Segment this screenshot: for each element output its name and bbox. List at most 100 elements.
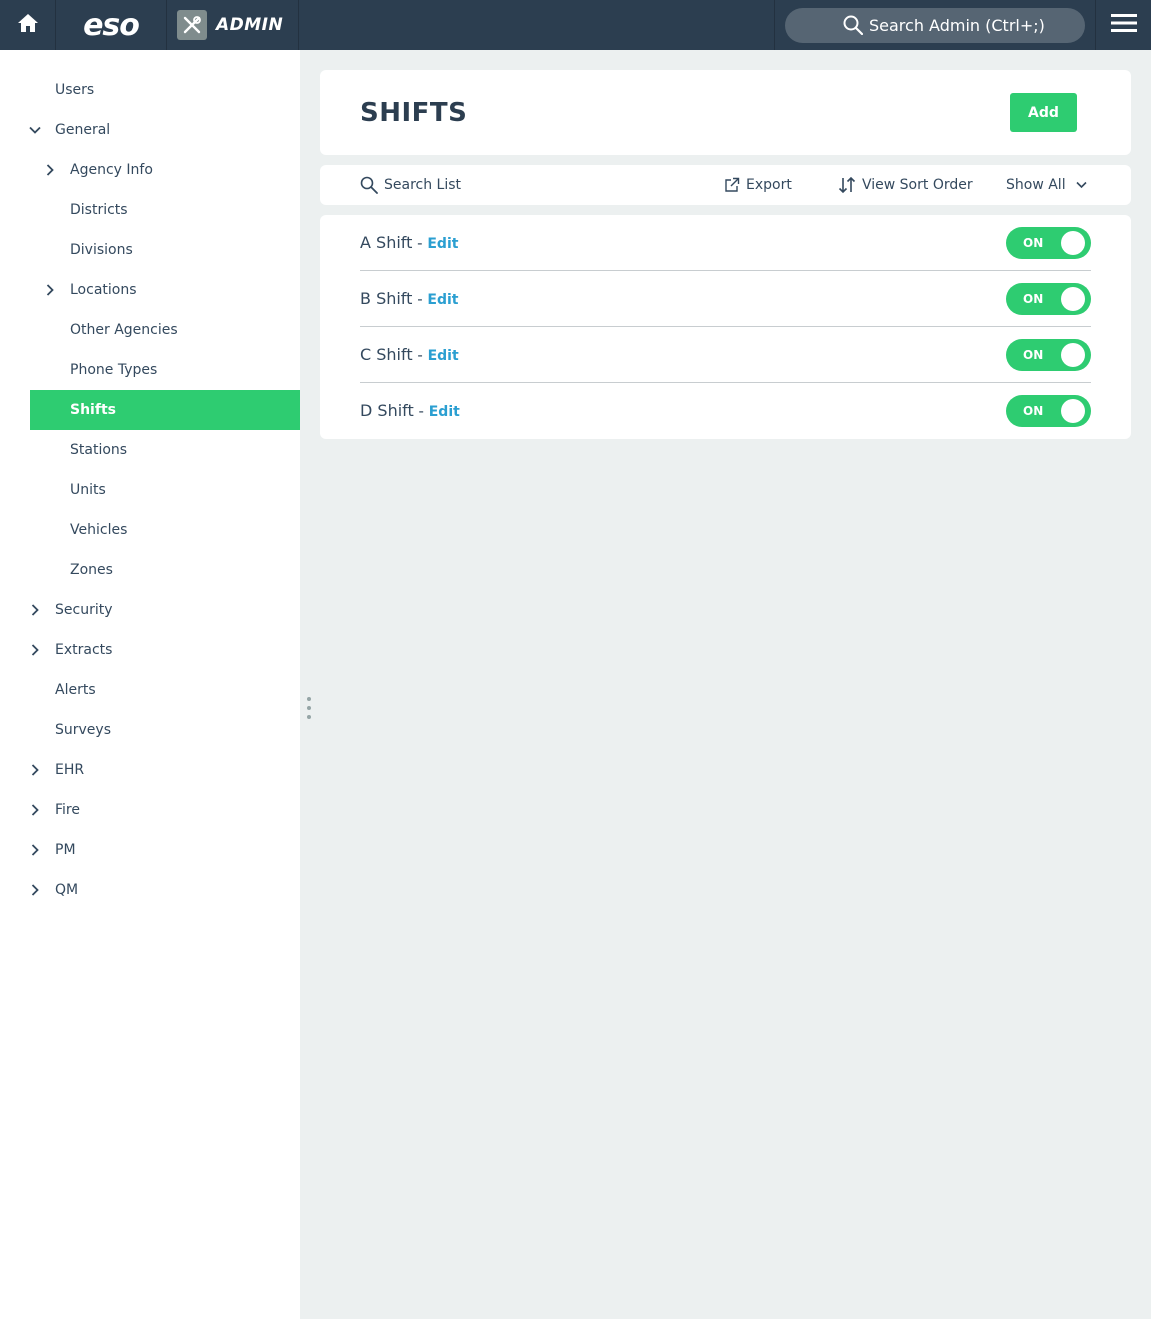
chevron-right-icon[interactable] — [44, 164, 56, 176]
chevron-down-icon — [1076, 181, 1087, 189]
admin-search-input[interactable]: Search Admin (Ctrl+;) — [785, 7, 1085, 43]
sidebar-item-label: Shifts — [70, 402, 116, 418]
sidebar-item-units[interactable]: Units — [0, 470, 300, 510]
sidebar-item-divisions[interactable]: Divisions — [0, 230, 300, 270]
sidebar-item-label: Surveys — [55, 722, 111, 738]
toggle-label: ON — [1023, 404, 1044, 418]
sidebar-item-pm[interactable]: PM — [0, 830, 300, 870]
sidebar-item-label: Security — [55, 602, 113, 618]
search-list-button[interactable]: Search List — [360, 165, 461, 205]
chevron-right-icon[interactable] — [44, 284, 56, 296]
sidebar-item-phone-types[interactable]: Phone Types — [0, 350, 300, 390]
shift-active-toggle[interactable]: ON — [1006, 283, 1091, 315]
hamburger-menu-button[interactable] — [1096, 0, 1151, 50]
chevron-right-icon[interactable] — [29, 604, 41, 616]
edit-link[interactable]: Edit — [428, 348, 459, 364]
sidebar-item-label: PM — [55, 842, 76, 858]
resize-handle-icon[interactable] — [307, 697, 311, 719]
edit-link[interactable]: Edit — [427, 236, 458, 252]
sidebar-item-shifts[interactable]: Shifts — [30, 390, 300, 430]
sidebar-item-label: Users — [55, 82, 95, 98]
sidebar-item-districts[interactable]: Districts — [0, 190, 300, 230]
table-row: C Shift - Edit ON — [360, 327, 1091, 383]
hamburger-icon — [1110, 13, 1137, 37]
sidebar-item-label: QM — [55, 882, 79, 898]
toggle-knob — [1061, 343, 1085, 367]
chevron-right-icon[interactable] — [29, 804, 41, 816]
list-toolbar: Search List Export View Sort Order Show … — [320, 165, 1131, 205]
eso-logo[interactable]: eso — [56, 0, 167, 50]
sidebar-item-vehicles[interactable]: Vehicles — [0, 510, 300, 550]
sidebar-item-label: Locations — [70, 282, 137, 298]
sidebar-item-label: Agency Info — [70, 162, 153, 178]
edit-link[interactable]: Edit — [429, 404, 460, 420]
sidebar-item-alerts[interactable]: Alerts — [0, 670, 300, 710]
view-sort-order-label: View Sort Order — [862, 177, 973, 193]
shift-list: A Shift - Edit ON B Shift - Edit ON C Shift … — [320, 215, 1131, 439]
view-sort-order-button[interactable]: View Sort Order — [838, 165, 973, 205]
sidebar-item-fire[interactable]: Fire — [0, 790, 300, 830]
toggle-label: ON — [1023, 292, 1044, 306]
chevron-right-icon[interactable] — [29, 764, 41, 776]
export-label: Export — [746, 177, 792, 193]
chevron-down-icon[interactable] — [29, 124, 41, 136]
topbar-spacer — [299, 0, 775, 50]
show-all-label: Show All — [1006, 177, 1066, 193]
shift-name: C Shift - Edit — [360, 345, 459, 364]
sidebar-item-stations[interactable]: Stations — [0, 430, 300, 470]
sidebar-item-label: Districts — [70, 202, 128, 218]
toggle-knob — [1061, 287, 1085, 311]
sidebar-item-label: General — [55, 122, 111, 138]
shift-name: D Shift - Edit — [360, 401, 460, 420]
edit-link[interactable]: Edit — [427, 292, 458, 308]
sidebar-item-qm[interactable]: QM — [0, 870, 300, 910]
sidebar-item-general[interactable]: General — [0, 110, 300, 150]
add-button[interactable]: Add — [1010, 93, 1077, 132]
sidebar-item-label: Stations — [70, 442, 128, 458]
shift-active-toggle[interactable]: ON — [1006, 227, 1091, 259]
shift-name-text: C Shift — [360, 345, 413, 364]
sidebar-item-label: Units — [70, 482, 106, 498]
sidebar-item-surveys[interactable]: Surveys — [0, 710, 300, 750]
sidebar-item-agency-info[interactable]: Agency Info — [0, 150, 300, 190]
sidebar-item-ehr[interactable]: EHR — [0, 750, 300, 790]
shift-name: B Shift - Edit — [360, 289, 458, 308]
logo-text: eso — [83, 7, 140, 43]
chevron-right-icon[interactable] — [29, 644, 41, 656]
show-all-dropdown[interactable]: Show All — [1006, 165, 1087, 205]
toggle-label: ON — [1023, 348, 1044, 362]
page-header: SHIFTS Add — [320, 70, 1131, 155]
home-button[interactable] — [0, 0, 56, 50]
shift-active-toggle[interactable]: ON — [1006, 339, 1091, 371]
top-bar: eso ADMIN Search Admin (Ctrl+;) — [0, 0, 1151, 50]
page-title: SHIFTS — [360, 98, 468, 128]
table-row: B Shift - Edit ON — [360, 271, 1091, 327]
tools-icon — [177, 10, 207, 40]
table-row: D Shift - Edit ON — [360, 383, 1091, 439]
home-icon — [17, 14, 38, 36]
chevron-right-icon[interactable] — [29, 844, 41, 856]
toggle-knob — [1061, 231, 1085, 255]
table-row: A Shift - Edit ON — [360, 215, 1091, 271]
sidebar-item-security[interactable]: Security — [0, 590, 300, 630]
sort-arrows-icon — [838, 176, 856, 194]
sidebar-item-zones[interactable]: Zones — [0, 550, 300, 590]
shift-name-text: A Shift — [360, 233, 413, 252]
chevron-right-icon[interactable] — [29, 884, 41, 896]
separator: - — [412, 234, 428, 252]
separator: - — [412, 290, 428, 308]
sidebar-item-locations[interactable]: Locations — [0, 270, 300, 310]
sidebar-item-label: Vehicles — [70, 522, 128, 538]
toggle-knob — [1061, 399, 1085, 423]
sidebar-item-extracts[interactable]: Extracts — [0, 630, 300, 670]
toggle-label: ON — [1023, 236, 1044, 250]
admin-label: ADMIN — [216, 15, 284, 35]
shift-active-toggle[interactable]: ON — [1006, 395, 1091, 427]
shift-name-text: B Shift — [360, 289, 413, 308]
sidebar-item-label: Zones — [70, 562, 113, 578]
sidebar-item-other-agencies[interactable]: Other Agencies — [0, 310, 300, 350]
export-button[interactable]: Export — [724, 165, 792, 205]
sidebar-item-users[interactable]: Users — [0, 70, 300, 110]
sidebar-item-label: EHR — [55, 762, 85, 778]
admin-section[interactable]: ADMIN — [167, 0, 299, 50]
